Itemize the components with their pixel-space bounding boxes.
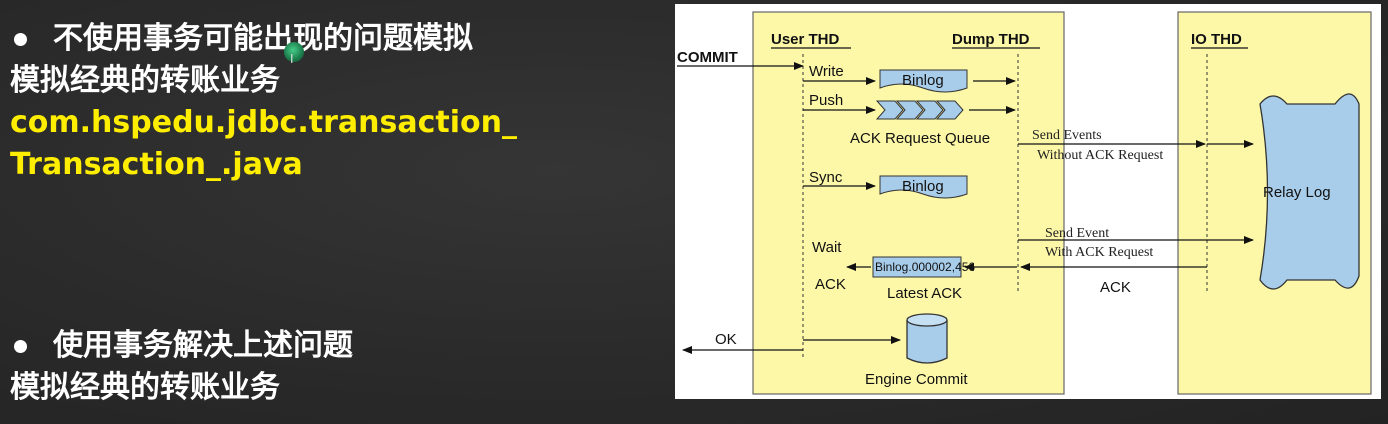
send-event-label-1: Send Event bbox=[1045, 226, 1109, 241]
sync-label: Sync bbox=[809, 169, 843, 186]
commit-label: COMMIT bbox=[677, 49, 738, 66]
send-events-label-2: Without ACK Request bbox=[1037, 148, 1163, 163]
send-event-label-2: With ACK Request bbox=[1045, 245, 1153, 260]
bullet-1-line-1: 不使用事务可能出现的问题模拟 bbox=[53, 21, 473, 56]
binlog-sync-label: Binlog bbox=[902, 178, 944, 195]
push-label: Push bbox=[809, 92, 843, 109]
bullet-1-line-2: 模拟经典的转账业务 bbox=[10, 63, 280, 98]
ack-request-queue-icon bbox=[875, 100, 964, 120]
binlog-position-label: Binlog.000002,456 bbox=[875, 260, 975, 274]
code-path-line-2: Transaction_.java bbox=[10, 147, 303, 182]
bullet-2-heading: 使用事务解决上述问题 bbox=[10, 325, 353, 367]
semi-sync-replication-diagram: User THD Dump THD IO THD COMMIT Write Bi… bbox=[675, 4, 1381, 399]
diagram-svg: User THD Dump THD IO THD COMMIT Write Bi… bbox=[677, 11, 1372, 395]
database-icon bbox=[906, 313, 948, 364]
latest-ack-label: Latest ACK bbox=[887, 285, 962, 302]
bullet-1-heading: 不使用事务可能出现的问题模拟 bbox=[10, 18, 517, 60]
ack-left-label: ACK bbox=[815, 276, 846, 293]
ack-right-label: ACK bbox=[1100, 279, 1131, 296]
wait-label: Wait bbox=[812, 239, 842, 256]
relay-log-label: Relay Log bbox=[1263, 184, 1331, 201]
write-label: Write bbox=[809, 63, 844, 80]
bullet-dot-icon bbox=[14, 33, 27, 46]
bullet-block-2: 使用事务解决上述问题 模拟经典的转账业务 bbox=[10, 325, 353, 409]
user-thd-header: User THD bbox=[771, 31, 840, 48]
text-cursor-icon: I bbox=[290, 52, 294, 66]
bullet-dot-icon bbox=[14, 340, 27, 353]
dump-thd-header: Dump THD bbox=[952, 31, 1030, 48]
code-path-line-1: com.hspedu.jdbc.transaction_ bbox=[10, 105, 517, 140]
binlog-top-label: Binlog bbox=[902, 72, 944, 89]
io-thd-header: IO THD bbox=[1191, 31, 1242, 48]
bullet-2-line-1: 使用事务解决上述问题 bbox=[53, 328, 353, 363]
ok-label: OK bbox=[715, 331, 737, 348]
ack-queue-label: ACK Request Queue bbox=[850, 130, 990, 147]
bullet-block-1: 不使用事务可能出现的问题模拟 模拟经典的转账业务 com.hspedu.jdbc… bbox=[10, 18, 517, 186]
engine-commit-label: Engine Commit bbox=[865, 371, 968, 388]
bullet-2-line-2: 模拟经典的转账业务 bbox=[10, 370, 280, 405]
send-events-label-1: Send Events bbox=[1032, 128, 1102, 143]
